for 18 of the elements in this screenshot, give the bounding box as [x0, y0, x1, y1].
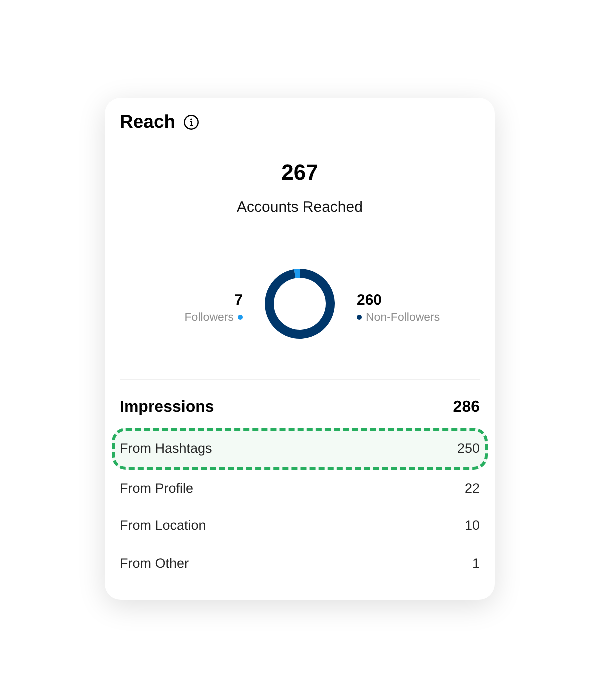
row-value: 22	[464, 480, 480, 498]
section-title: Impressions	[120, 398, 214, 418]
legend-value: 7	[234, 292, 243, 310]
info-icon[interactable]	[184, 114, 199, 130]
row-value: 250	[457, 440, 480, 458]
row-label: From Profile	[120, 480, 194, 498]
impressions-total: 286	[453, 398, 480, 418]
reach-total: 267	[282, 159, 318, 187]
legend-value: 260	[357, 292, 382, 310]
row-value: 10	[464, 517, 480, 536]
reach-label: Accounts Reached	[237, 198, 363, 218]
row-label: From Other	[120, 554, 190, 573]
legend-label: Non-Followers	[366, 310, 440, 324]
row-value: 1	[472, 554, 480, 573]
card-title: Reach	[120, 110, 176, 134]
row-label: From Location	[120, 517, 206, 536]
legend-label: Followers	[184, 310, 234, 324]
row-label: From Hashtags	[120, 440, 212, 458]
